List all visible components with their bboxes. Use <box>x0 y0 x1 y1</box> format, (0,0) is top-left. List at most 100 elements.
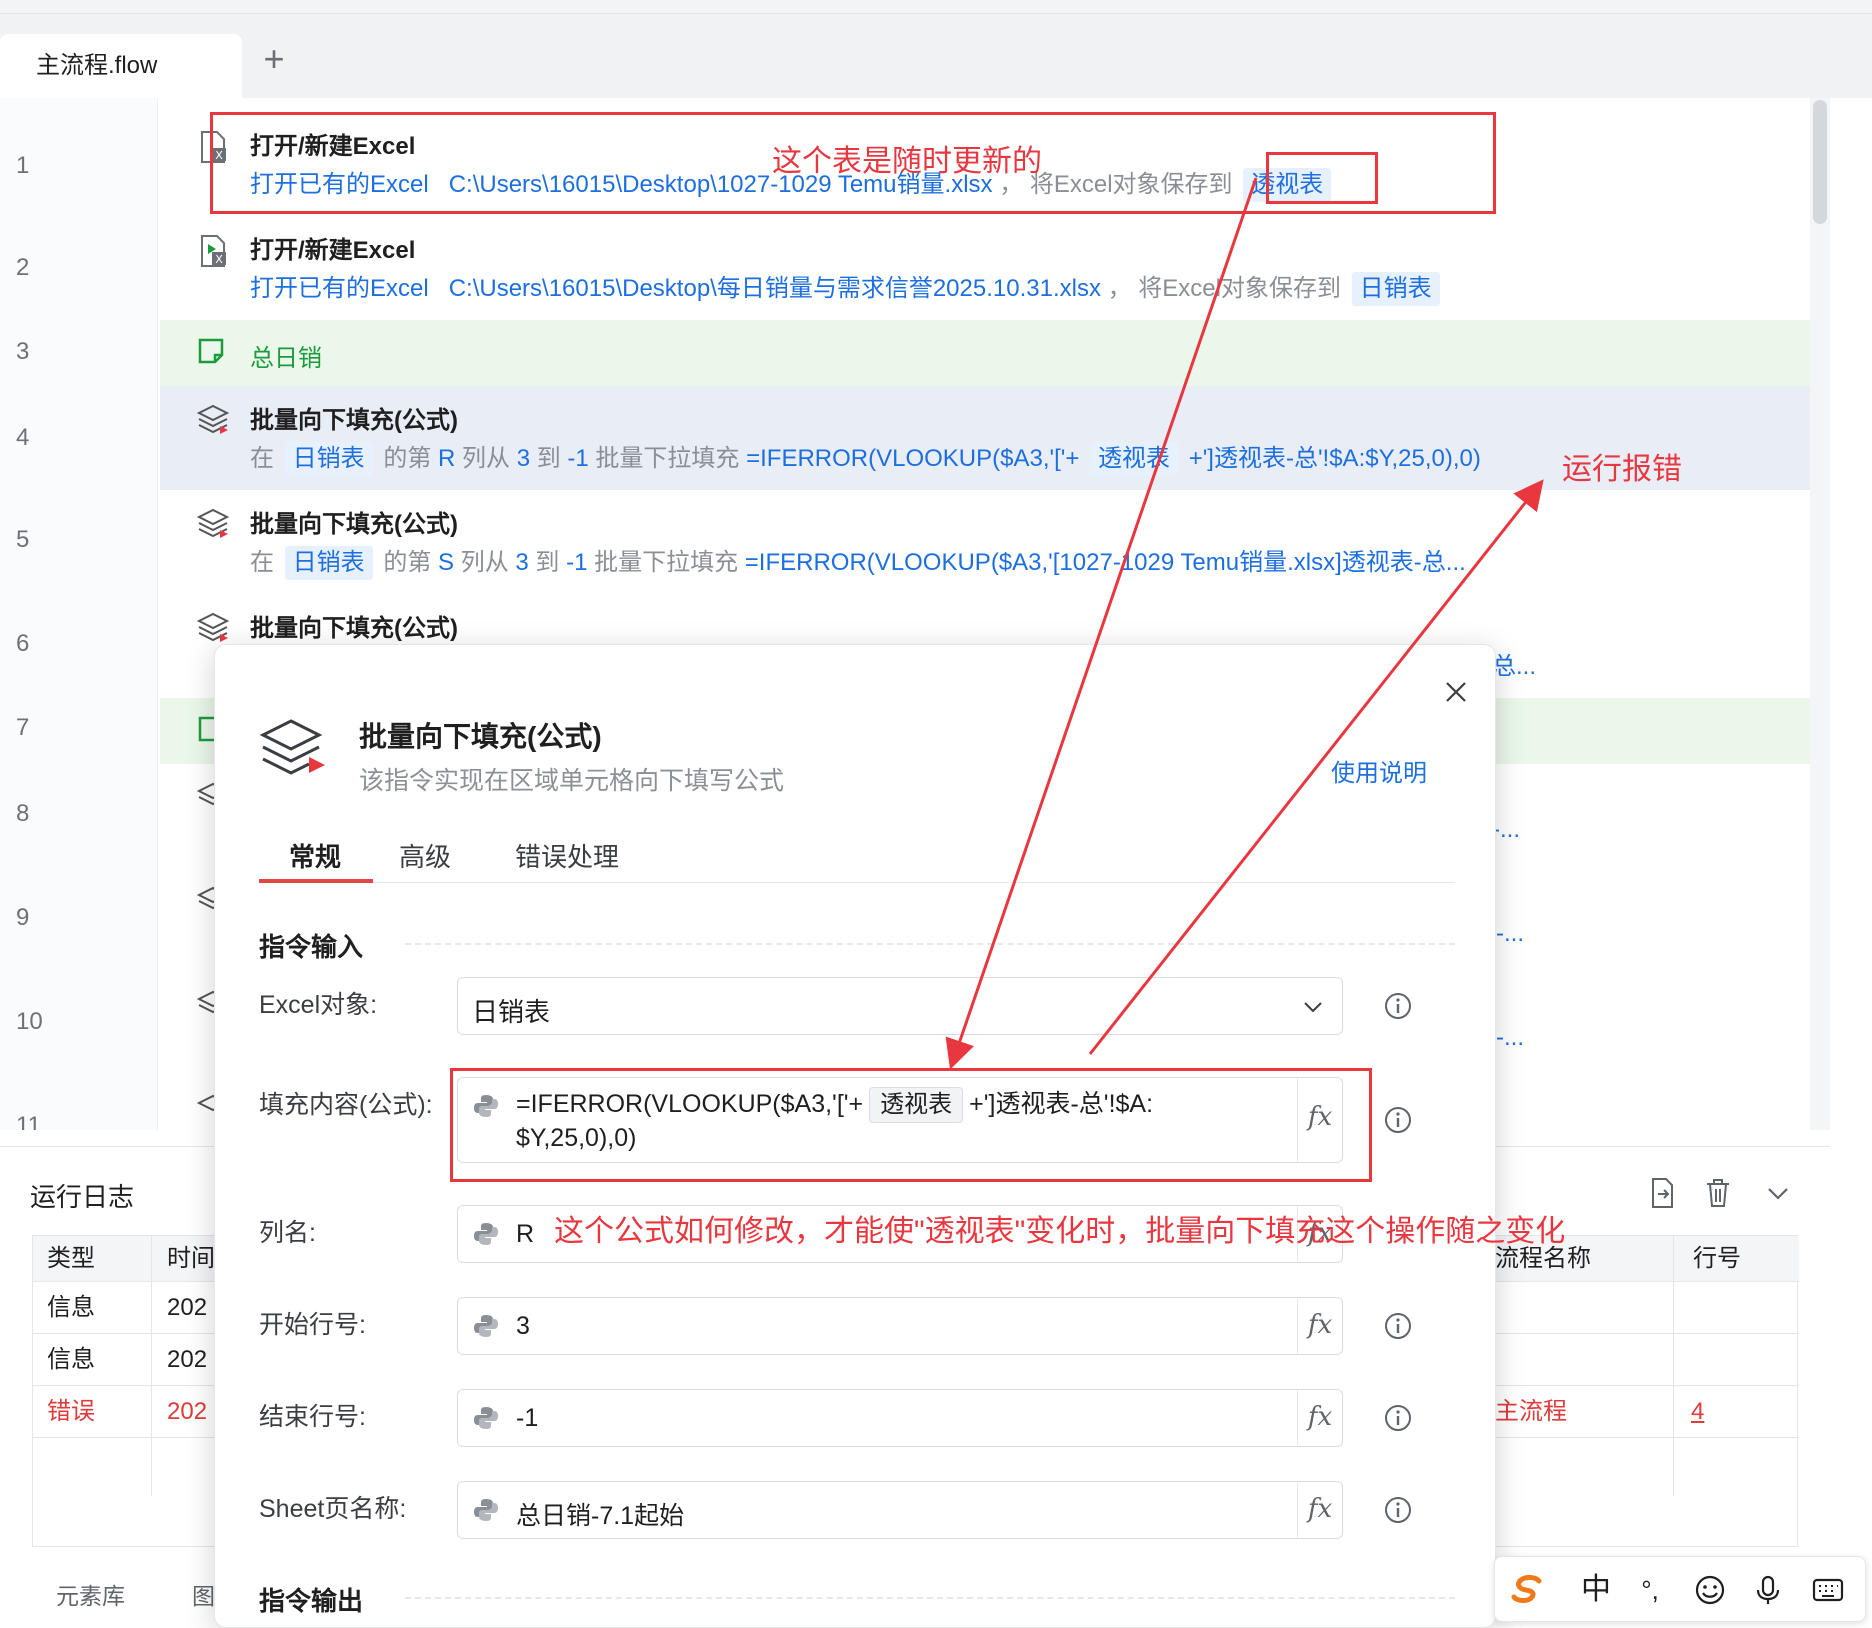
line-number: 1 <box>16 152 30 179</box>
column-divider <box>1673 1236 1674 1496</box>
line-number: 8 <box>16 800 30 827</box>
keyboard-icon[interactable] <box>1809 1571 1847 1609</box>
column-name-value: R <box>516 1220 535 1248</box>
sheet-name-label: Sheet页名称: <box>259 1495 407 1523</box>
line-number: 9 <box>16 904 30 931</box>
flow-step-open-excel-2[interactable]: X 打开/新建Excel 打开已有的Excel C:\Users\16015\D… <box>160 216 1830 320</box>
start-row-input[interactable]: 3 fx <box>457 1297 1343 1355</box>
annotation-box-variable <box>1266 152 1378 204</box>
tab-general[interactable]: 常规 <box>289 837 341 874</box>
sogou-logo-icon[interactable] <box>1509 1571 1547 1609</box>
desc-word: 批量下拉填充 <box>594 549 739 576</box>
step-description-tail: 总... <box>1492 653 1537 680</box>
note-icon <box>198 338 224 364</box>
ime-punctuation-toggle[interactable]: °, <box>1631 1571 1669 1609</box>
desc-formula: =IFERROR(VLOOKUP($A3,'[1027-1029 Temu销量.… <box>744 549 1466 576</box>
log-type: 信息 <box>47 1294 95 1321</box>
line-number: 11 <box>16 1112 41 1130</box>
variable-chip[interactable]: 透视表 <box>1090 442 1179 476</box>
step-description: 在 日销表 的第 R 列从 3 到 -1 批量下拉填充 =IFERROR(VLO… <box>250 438 1481 476</box>
scrollbar-thumb[interactable] <box>1813 100 1827 224</box>
desc-word: 批量下拉填充 <box>595 445 740 472</box>
step-description: 打开已有的Excel C:\Users\16015\Desktop\每日销量与需… <box>250 268 1444 306</box>
editor-scrollbar[interactable] <box>1810 98 1830 1130</box>
column-divider <box>151 1236 152 1496</box>
desc-word: 在 <box>250 549 274 576</box>
desc-word: 列从 <box>460 549 509 576</box>
step-title: 批量向下填充(公式) <box>250 615 458 642</box>
end-row-value: -1 <box>516 1404 539 1432</box>
python-icon <box>474 1223 498 1245</box>
dialog-title: 批量向下填充(公式) <box>359 721 602 752</box>
tab-main-flow[interactable]: 主流程.flow <box>0 34 242 98</box>
column-name-label: 列名: <box>259 1219 316 1247</box>
add-tab-button[interactable]: + <box>258 41 290 77</box>
fx-button[interactable]: fx <box>1298 1494 1342 1524</box>
end-row-input[interactable]: -1 fx <box>457 1389 1343 1447</box>
line-number-gutter: 1 2 3 4 5 6 7 8 9 10 11 <box>0 98 158 1130</box>
trash-icon[interactable] <box>1700 1175 1736 1211</box>
section-output: 指令输出 <box>259 1586 364 1616</box>
line-number: 4 <box>16 424 30 451</box>
desc-start: 3 <box>515 549 529 576</box>
excel-object-select[interactable]: 日销表 <box>457 977 1343 1035</box>
python-icon <box>474 1407 498 1429</box>
flow-step-fill-down-s[interactable]: 批量向下填充(公式) 在 日销表 的第 S 列从 3 到 -1 批量下拉填充 =… <box>160 490 1830 594</box>
fx-button[interactable]: fx <box>1298 1310 1342 1340</box>
info-icon[interactable] <box>1383 1105 1413 1135</box>
step-path: C:\Users\16015\Desktop\每日销量与需求信誉2025.10.… <box>448 275 1101 302</box>
chevron-down-icon[interactable] <box>1760 1175 1796 1211</box>
dialog-subtitle: 该指令实现在区域单元格向下填写公式 <box>359 767 785 795</box>
log-time: 202 <box>167 1346 208 1373</box>
info-icon[interactable] <box>1383 1495 1413 1525</box>
desc-word: 在 <box>250 445 274 472</box>
info-icon[interactable] <box>1383 991 1413 1021</box>
line-number: 6 <box>16 630 30 657</box>
desc-end: -1 <box>567 445 589 472</box>
desc-col: R <box>438 445 456 472</box>
export-icon[interactable] <box>1644 1175 1680 1211</box>
step-title: 批量向下填充(公式) <box>250 511 458 538</box>
chevron-down-icon <box>1304 1002 1322 1013</box>
close-icon[interactable] <box>1439 675 1473 709</box>
variable-chip[interactable]: 日销表 <box>284 442 373 476</box>
start-row-value: 3 <box>516 1312 530 1340</box>
info-icon[interactable] <box>1383 1403 1413 1433</box>
fx-button[interactable]: fx <box>1298 1402 1342 1432</box>
log-line-link[interactable]: 4 <box>1691 1386 1704 1438</box>
info-icon[interactable] <box>1383 1311 1413 1341</box>
tab-image[interactable]: 图 <box>192 1577 215 1611</box>
ime-toolbar: 中 °, <box>1494 1556 1866 1622</box>
annotation-box-formula <box>450 1068 1372 1182</box>
desc-word: 的第 <box>383 445 432 472</box>
log-time: 202 <box>167 1398 208 1425</box>
microphone-icon[interactable] <box>1749 1571 1787 1609</box>
excel-file-icon: X <box>201 235 226 267</box>
desc-formula: +']透视表-总'!$A:$Y,25,0),0) <box>1188 445 1481 472</box>
col-type: 类型 <box>47 1245 95 1272</box>
flow-step-comment[interactable]: 总日销 <box>160 320 1830 386</box>
help-link[interactable]: 使用说明 <box>1331 753 1427 788</box>
variable-chip[interactable]: 日销表 <box>284 546 373 580</box>
col-line: 行号 <box>1693 1245 1741 1272</box>
layers-icon <box>196 508 230 538</box>
window-top-border <box>0 0 1872 14</box>
tab-advanced[interactable]: 高级 <box>399 837 451 874</box>
layers-icon <box>196 612 230 642</box>
end-row-label: 结束行号: <box>259 1403 366 1431</box>
step-action: 打开已有的Excel <box>250 275 429 302</box>
ime-language-toggle[interactable]: 中 <box>1577 1571 1615 1609</box>
tab-element-library[interactable]: 元素库 <box>56 1577 125 1611</box>
layers-icon <box>259 719 325 775</box>
sheet-name-input[interactable]: 总日销-7.1起始 fx <box>457 1481 1343 1539</box>
emoji-icon[interactable] <box>1691 1571 1729 1609</box>
desc-word: 的第 <box>383 549 432 576</box>
variable-chip[interactable]: 日销表 <box>1351 272 1440 306</box>
col-time: 时间 <box>167 1245 215 1272</box>
excel-object-label: Excel对象: <box>259 991 378 1019</box>
annotation-note-error: 运行报错 <box>1562 453 1682 486</box>
layers-icon <box>196 404 230 434</box>
tab-error-handling[interactable]: 错误处理 <box>515 837 619 874</box>
line-number: 5 <box>16 526 30 553</box>
step-title: 批量向下填充(公式) <box>250 407 458 434</box>
